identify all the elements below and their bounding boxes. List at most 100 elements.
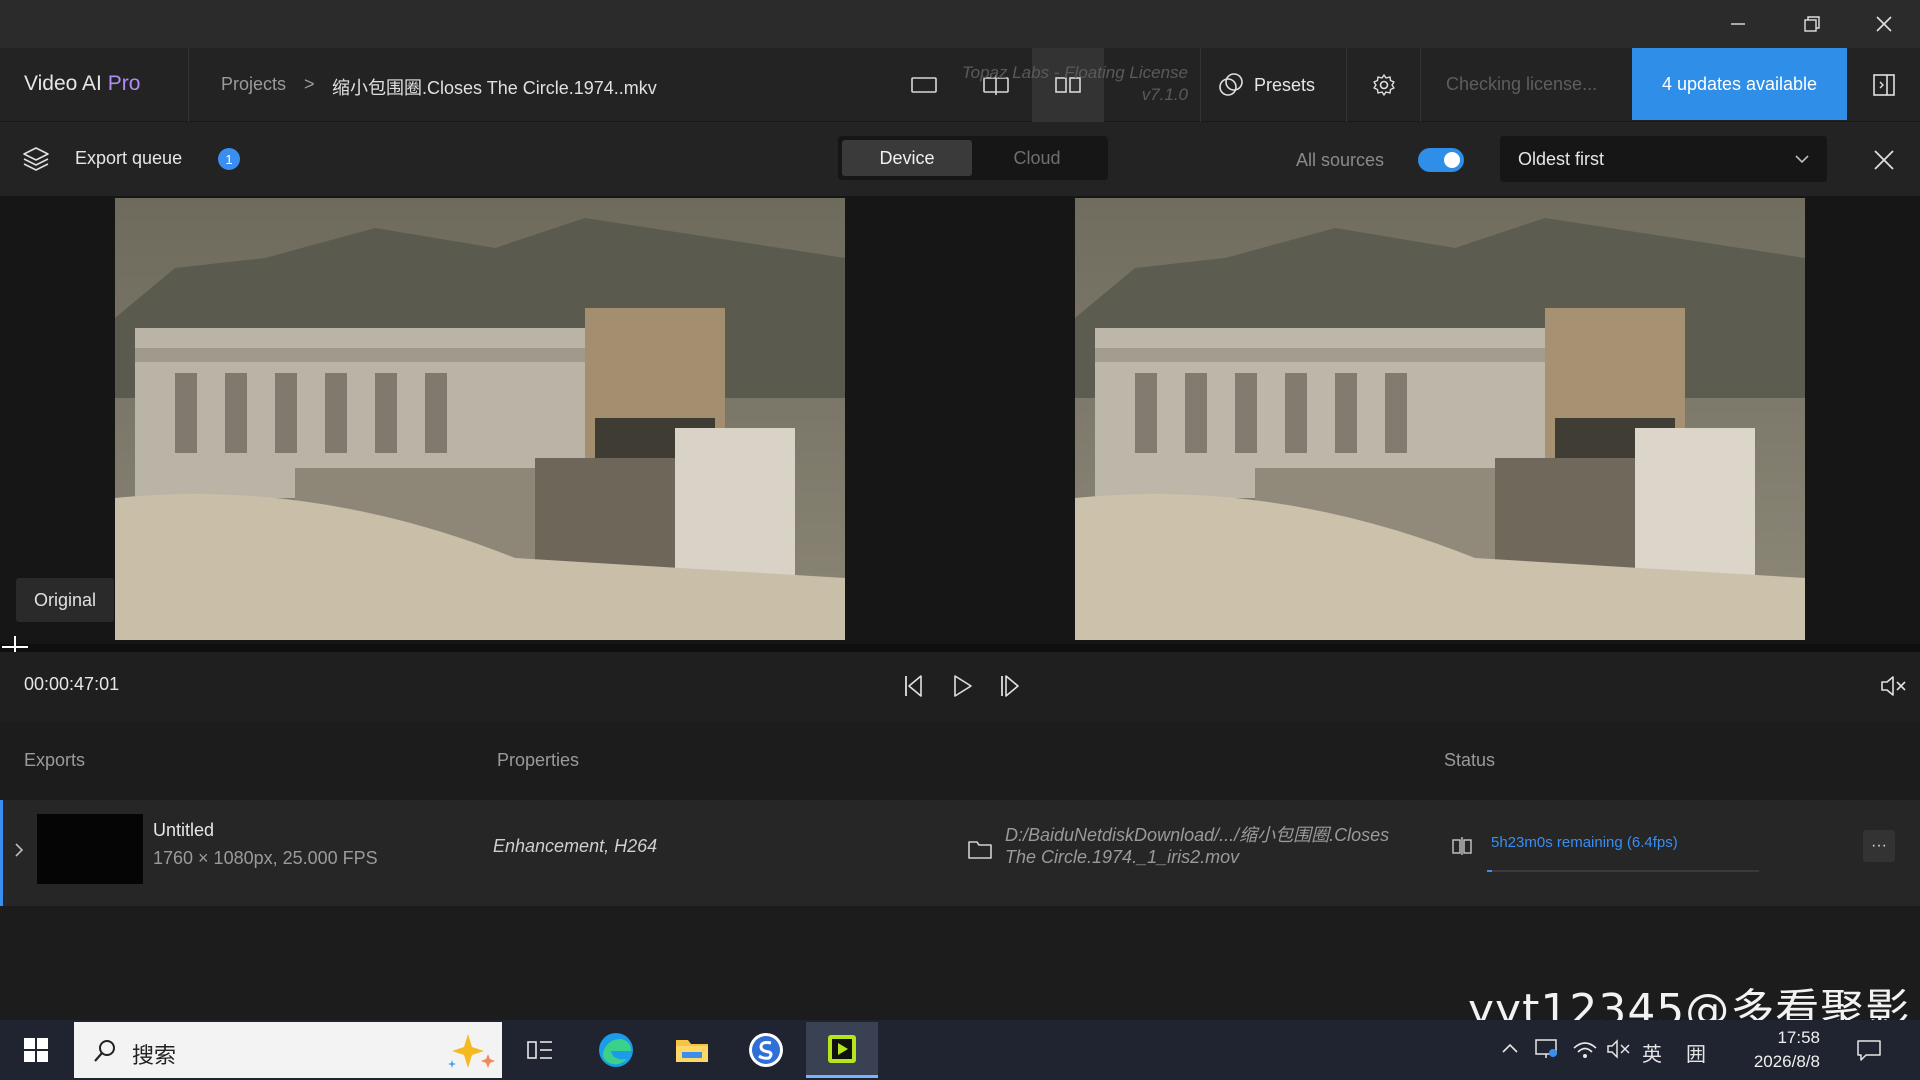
clock-time: 17:58: [1777, 1028, 1820, 1047]
minimize-button[interactable]: [1706, 0, 1770, 48]
breadcrumb-projects[interactable]: Projects: [221, 74, 286, 95]
search-icon: [94, 1040, 115, 1062]
preview-area: [0, 196, 1920, 644]
speaker-muted-icon: [1881, 676, 1906, 696]
tray-chevron-up-icon[interactable]: [1500, 1040, 1520, 1056]
toggle-knob: [1444, 152, 1460, 168]
all-sources-toggle[interactable]: [1418, 148, 1464, 172]
toggle-panel-button[interactable]: [1848, 48, 1920, 122]
export-status: 5h23m0s remaining (6.4fps): [1491, 834, 1678, 851]
column-status: Status: [1444, 750, 1496, 770]
settings-button[interactable]: [1348, 48, 1420, 122]
enhanced-frame: [1075, 198, 1805, 640]
play-icon: [954, 675, 972, 697]
export-progress-fill: [1487, 870, 1493, 872]
ime-language-indicator[interactable]: 英: [1642, 1038, 1662, 1067]
gear-icon: [1373, 74, 1395, 96]
step-forward-icon: [1001, 675, 1019, 697]
brand-pro: Pro: [107, 72, 141, 95]
notification-icon[interactable]: [1856, 1038, 1882, 1062]
export-thumbnail: [37, 814, 143, 884]
timeline-scrubber[interactable]: [0, 636, 1920, 658]
chevron-right-icon[interactable]: [13, 842, 25, 858]
brand-name: Video AI: [24, 72, 102, 95]
previous-frame-button[interactable]: [894, 666, 934, 706]
export-title: Untitled: [153, 820, 215, 840]
clock-date: 2026/8/8: [1753, 1052, 1820, 1071]
export-output-path[interactable]: D:/BaiduNetdiskDownload/.../缩小包围圈.Closes…: [1005, 824, 1425, 868]
license-status: Checking license...: [1446, 74, 1598, 94]
presets-button[interactable]: Presets: [1218, 48, 1315, 122]
compare-icon[interactable]: [1451, 836, 1473, 856]
folder-icon: [676, 1040, 708, 1062]
updates-button[interactable]: 4 updates available: [1632, 48, 1847, 120]
folder-icon[interactable]: [967, 838, 993, 860]
player-controls: 00:00:47:01: [0, 652, 1920, 722]
close-queue-button[interactable]: [1864, 140, 1904, 180]
license-info: Topaz Labs - Floating License v7.1.0: [930, 62, 1188, 106]
export-row[interactable]: Untitled 1760 × 1080px, 25.000 FPS Enhan…: [0, 800, 1920, 906]
close-icon: [1876, 16, 1892, 32]
taskbar: 搜索 英 囲 17:58 2026/8/8: [0, 1020, 1920, 1080]
tab-device[interactable]: Device: [842, 140, 972, 176]
play-button[interactable]: [942, 666, 982, 706]
taskbar-search[interactable]: 搜索: [74, 1022, 502, 1078]
layers-icon: [23, 147, 49, 171]
ime-mode-indicator[interactable]: 囲: [1686, 1038, 1706, 1067]
topaz-video-ai-button[interactable]: [806, 1022, 878, 1078]
volume-muted-icon[interactable]: [1606, 1038, 1632, 1060]
chevron-down-icon: [1795, 155, 1809, 164]
sogou-button[interactable]: [730, 1022, 802, 1078]
edge-icon: [599, 1033, 633, 1067]
column-exports: Exports: [24, 750, 86, 770]
enhanced-video-frame: [1075, 198, 1805, 640]
wifi-icon[interactable]: [1572, 1038, 1598, 1060]
restore-button[interactable]: [1780, 0, 1844, 48]
task-view-icon: [527, 1041, 552, 1059]
display-icon[interactable]: [1534, 1038, 1560, 1060]
close-icon: [1874, 150, 1894, 170]
breadcrumb-file: 缩小包围圈.Closes The Circle.1974..mkv: [332, 78, 657, 98]
app-version: v7.1.0: [1141, 85, 1188, 104]
presets-label: Presets: [1254, 74, 1316, 95]
app-brand: Video AI Pro: [24, 72, 140, 96]
queue-count-badge: 1: [218, 148, 240, 170]
tab-cloud[interactable]: Cloud: [972, 140, 1102, 176]
start-button[interactable]: [0, 1022, 72, 1078]
app-header: Video AI Pro Projects > 缩小包围圈.Closes The…: [0, 48, 1920, 122]
sogou-s-icon: [749, 1033, 783, 1067]
file-explorer-button[interactable]: [656, 1022, 728, 1078]
windows-logo-icon: [24, 1038, 48, 1062]
sidebar-panel-icon: [1873, 74, 1895, 96]
original-frame: [115, 198, 845, 640]
close-window-button[interactable]: [1852, 0, 1916, 48]
export-resolution: 1760 × 1080px, 25.000 FPS: [153, 848, 378, 868]
original-label: Original: [16, 578, 114, 622]
export-progress-bar: [1487, 870, 1759, 872]
header-divider: [1200, 48, 1201, 122]
window-title-bar: [0, 0, 1920, 48]
device-cloud-toggle: Device Cloud: [838, 136, 1108, 180]
license-name: Topaz Labs - Floating License: [961, 63, 1188, 82]
task-view-button[interactable]: [504, 1022, 576, 1078]
sparkle-icon: [448, 1034, 495, 1068]
original-video-frame: [115, 198, 845, 640]
header-divider: [1346, 48, 1347, 122]
sort-order-select[interactable]: Oldest first: [1500, 136, 1827, 182]
system-clock[interactable]: 17:58 2026/8/8: [1730, 1026, 1820, 1074]
minimize-icon: [1731, 23, 1745, 25]
edge-browser-button[interactable]: [580, 1022, 652, 1078]
restore-icon: [1804, 16, 1820, 32]
sort-order-value: Oldest first: [1518, 149, 1605, 169]
mute-button[interactable]: [1874, 666, 1914, 706]
next-frame-button[interactable]: [990, 666, 1030, 706]
step-back-icon: [905, 675, 922, 697]
export-queue-title: Export queue: [75, 148, 183, 168]
breadcrumb-separator: >: [304, 74, 315, 94]
header-divider: [1420, 48, 1421, 122]
more-options-button[interactable]: ···: [1863, 830, 1895, 862]
export-queue-bar: Export queue 1 Device Cloud All sources …: [0, 122, 1920, 196]
export-properties: Enhancement, H264: [493, 836, 658, 856]
search-placeholder: 搜索: [132, 1044, 177, 1069]
timecode: 00:00:47:01: [24, 674, 120, 694]
